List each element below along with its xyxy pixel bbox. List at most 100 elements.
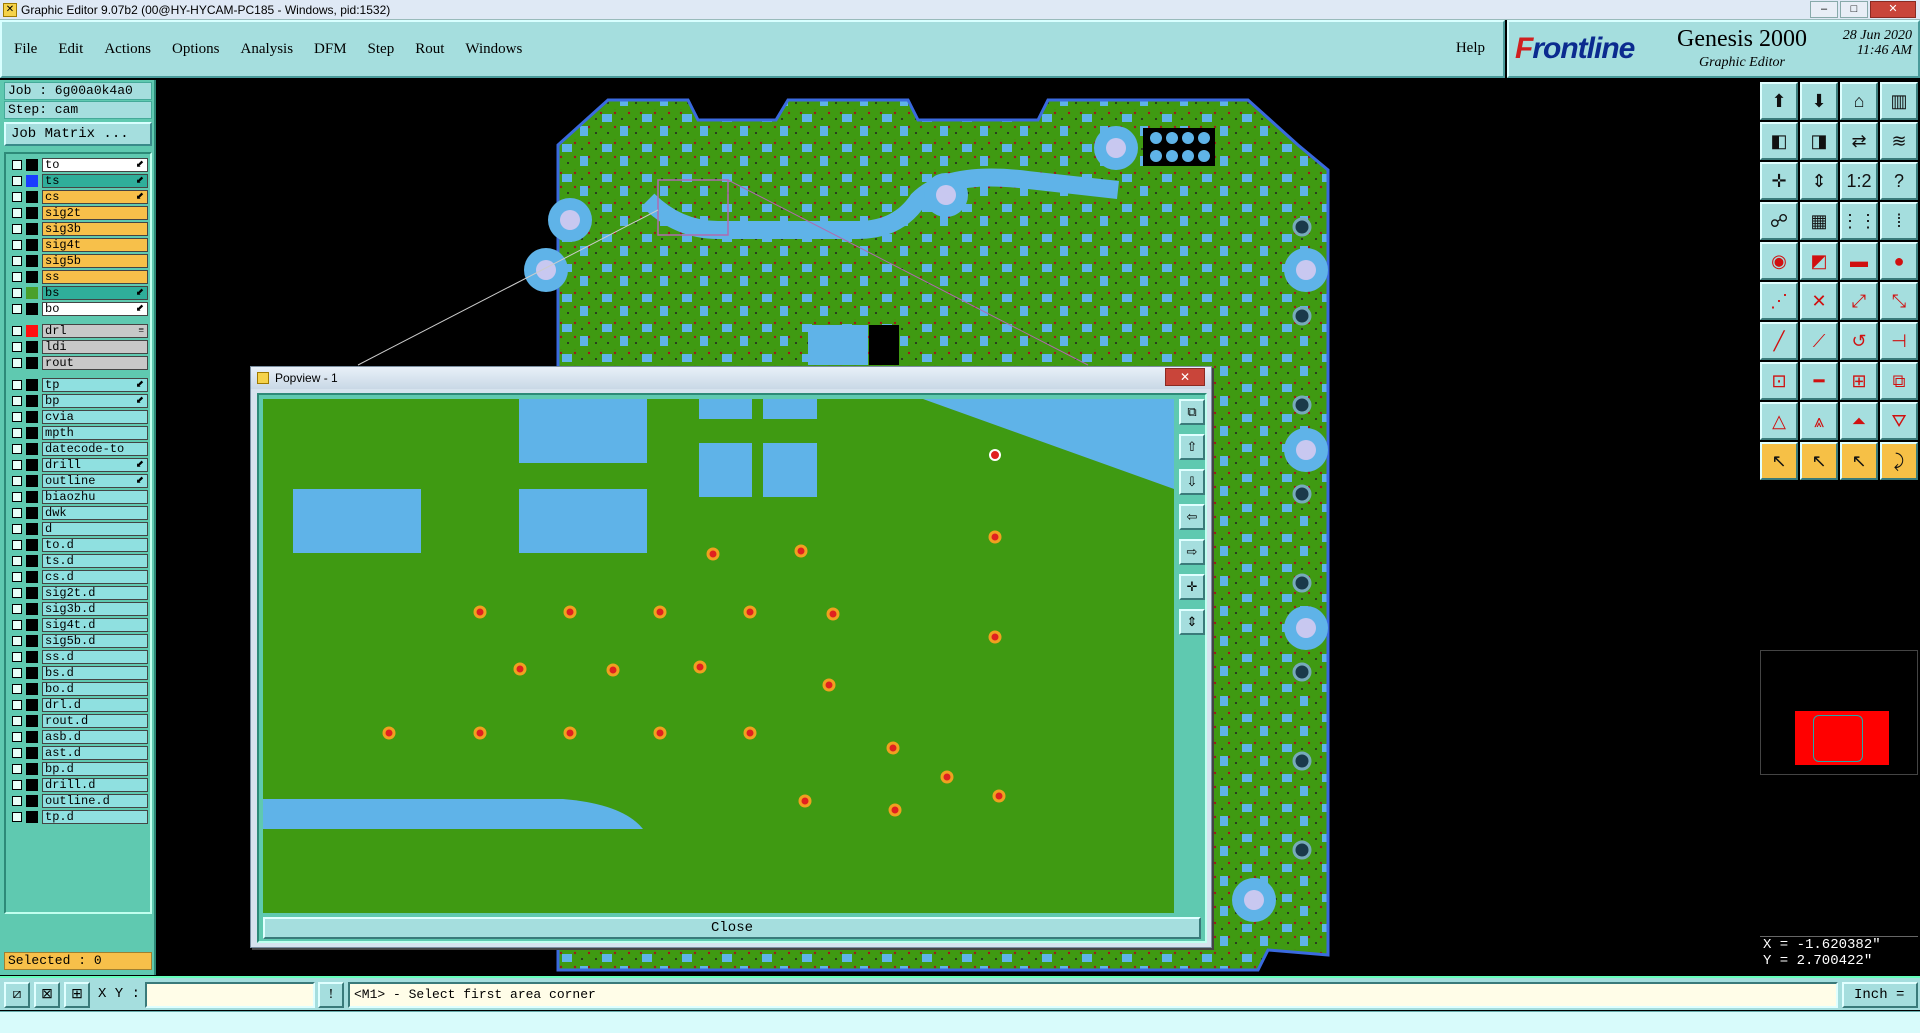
layer-color-swatch[interactable] [26,603,38,615]
layer-checkbox[interactable] [12,604,22,614]
layer-row[interactable]: cvia [8,409,148,425]
xy-input[interactable] [145,982,315,1008]
layer-name[interactable]: sig3b [42,222,148,236]
job-matrix-button[interactable]: Job Matrix ... [4,122,152,146]
layer-checkbox[interactable] [12,556,22,566]
layer-checkbox[interactable] [12,224,22,234]
layer-name[interactable]: rout [42,356,148,370]
layer-color-swatch[interactable] [26,459,38,471]
layer-row[interactable]: sig3b [8,221,148,237]
layer-checkbox[interactable] [12,476,22,486]
layer-name[interactable]: ts [42,174,148,188]
layer-checkbox[interactable] [12,812,22,822]
layer-name[interactable]: sig4t.d [42,618,148,632]
layer-color-swatch[interactable] [26,207,38,219]
snap-toggle-icon[interactable]: ⧄ [4,982,30,1008]
hline-icon[interactable]: ━ [1800,362,1838,400]
menu-options[interactable]: Options [172,41,220,58]
slash-icon[interactable]: ╱ [1760,322,1798,360]
layer-name[interactable]: drill.d [42,778,148,792]
layer-name[interactable]: sig3b.d [42,602,148,616]
layer-checkbox[interactable] [12,572,22,582]
surface-icon[interactable]: ◩ [1800,242,1838,280]
layer-row[interactable]: bo ⬋ [8,301,148,317]
layer-row[interactable]: sig5b.d [8,633,148,649]
menu-rout[interactable]: Rout [415,41,444,58]
layer-color-swatch[interactable] [26,357,38,369]
align-icon[interactable]: ⊣ [1880,322,1918,360]
layer-color-swatch[interactable] [26,395,38,407]
layer-row[interactable]: drill ⬋ [8,457,148,473]
layer-color-swatch[interactable] [26,523,38,535]
layer-row[interactable]: rout.d [8,713,148,729]
menu-step[interactable]: Step [368,41,395,58]
layer-name[interactable]: drl [42,324,148,338]
layer-color-swatch[interactable] [26,635,38,647]
layer-row[interactable]: ss.d [8,649,148,665]
layer-color-swatch[interactable] [26,341,38,353]
layer-name[interactable]: drl.d [42,698,148,712]
layer-row[interactable]: sig2t.d [8,585,148,601]
layer-row[interactable]: ts ⬋ [8,173,148,189]
popview-center-icon[interactable]: ⇕ [1179,609,1205,635]
cross-toggle-icon[interactable]: ⊠ [34,982,60,1008]
layer-color-swatch[interactable] [26,667,38,679]
layer-row[interactable]: ast.d [8,745,148,761]
layer-checkbox[interactable] [12,508,22,518]
menu-file[interactable]: File [14,41,37,58]
layer-row[interactable]: bo.d [8,681,148,697]
layer-name[interactable]: dwk [42,506,148,520]
layer-color-swatch[interactable] [26,699,38,711]
layer-checkbox[interactable] [12,342,22,352]
layer-name[interactable]: d [42,522,148,536]
menu-help[interactable]: Help [1456,40,1485,57]
pan-right-icon[interactable]: ◨ [1800,122,1838,160]
layer-name[interactable]: bs.d [42,666,148,680]
layer-name[interactable]: datecode-to [42,442,148,456]
layer-checkbox[interactable] [12,176,22,186]
line-icon[interactable]: ▬ [1840,242,1878,280]
layer-row[interactable]: sig3b.d [8,601,148,617]
select-icon[interactable]: ↖ [1760,442,1798,480]
layer-checkbox[interactable] [12,380,22,390]
layer-row[interactable]: dwk [8,505,148,521]
layer-row[interactable]: d [8,521,148,537]
layer-checkbox[interactable] [12,358,22,368]
snap-icon[interactable]: ⋮⋮ [1840,202,1878,240]
layer-name[interactable]: cs [42,190,148,204]
layer-checkbox[interactable] [12,412,22,422]
layer-checkbox[interactable] [12,620,22,630]
grid-icon[interactable]: ▦ [1800,202,1838,240]
popview-close-button[interactable]: Close [263,917,1201,939]
menu-actions[interactable]: Actions [104,41,151,58]
popview-down-icon[interactable]: ⇩ [1179,469,1205,495]
layer-color-swatch[interactable] [26,539,38,551]
layers-icon[interactable]: ⁞ [1880,202,1918,240]
layer-name[interactable]: bo.d [42,682,148,696]
layer-checkbox[interactable] [12,716,22,726]
layer-checkbox[interactable] [12,460,22,470]
layer-color-swatch[interactable] [26,651,38,663]
layer-color-swatch[interactable] [26,223,38,235]
layer-color-swatch[interactable] [26,475,38,487]
layer-color-swatch[interactable] [26,795,38,807]
array-icon[interactable]: ⊞ [1840,362,1878,400]
layer-name[interactable]: outline [42,474,148,488]
layer-checkbox[interactable] [12,588,22,598]
layer-color-swatch[interactable] [26,191,38,203]
layer-row[interactable]: cs.d [8,569,148,585]
layer-name[interactable]: tp.d [42,810,148,824]
info-icon[interactable]: ! [318,982,344,1008]
units-selector[interactable]: Inch = [1842,982,1918,1008]
layer-name[interactable]: to [42,158,148,172]
layer-row[interactable]: datecode-to [8,441,148,457]
layer-name[interactable]: sig4t [42,238,148,252]
layer-row[interactable]: sig2t [8,205,148,221]
copy-icon[interactable]: ⧉ [1880,362,1918,400]
layer-checkbox[interactable] [12,540,22,550]
layer-row[interactable]: biaozhu [8,489,148,505]
layer-name[interactable]: sig2t [42,206,148,220]
layer-color-swatch[interactable] [26,587,38,599]
layer-color-swatch[interactable] [26,443,38,455]
menu-windows[interactable]: Windows [465,41,522,58]
